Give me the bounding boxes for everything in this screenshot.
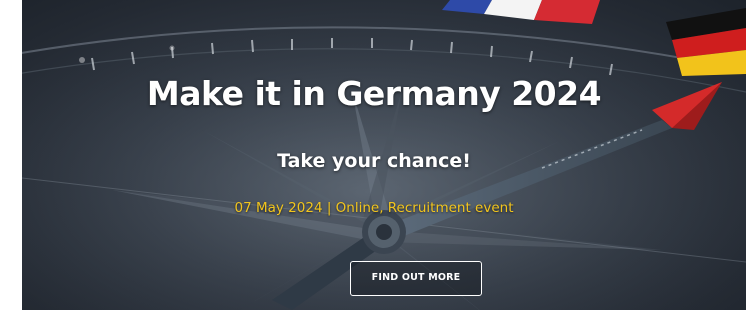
hero-subtitle: Take your chance! — [277, 150, 471, 172]
hero-banner: Make it in Germany 2024 Take your chance… — [0, 0, 746, 335]
hero-content: Make it in Germany 2024 Take your chance… — [22, 0, 746, 310]
page-title: Make it in Germany 2024 — [146, 74, 602, 113]
find-out-more-button[interactable]: FIND OUT MORE — [350, 261, 482, 296]
event-details: 07 May 2024 | Online, Recruitment event — [234, 200, 514, 216]
hero-image: Make it in Germany 2024 Take your chance… — [22, 0, 746, 310]
